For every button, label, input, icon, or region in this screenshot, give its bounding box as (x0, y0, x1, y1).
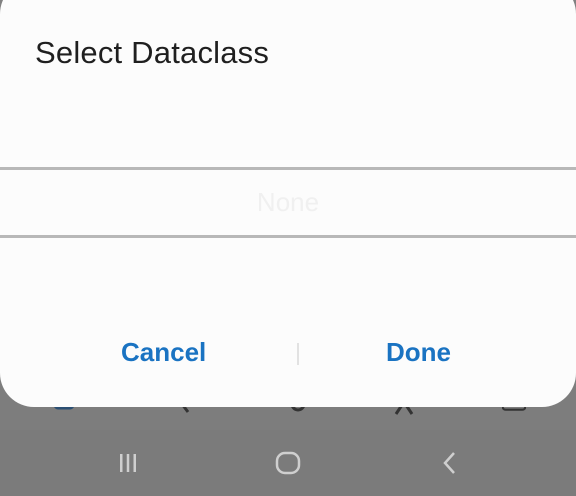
picker-top-divider (0, 167, 576, 170)
screen: Select Dataclass None Cancel Done (0, 0, 576, 496)
home-icon[interactable] (272, 447, 304, 479)
picker-bottom-divider (0, 235, 576, 238)
select-dataclass-dialog: Select Dataclass None Cancel Done (0, 0, 576, 407)
picker-selected-value[interactable]: None (0, 187, 576, 218)
cancel-button[interactable]: Cancel (121, 337, 206, 368)
back-icon[interactable] (434, 447, 466, 479)
recent-apps-icon[interactable] (112, 447, 144, 479)
dataclass-picker[interactable]: None (0, 167, 576, 238)
dialog-title: Select Dataclass (35, 35, 270, 70)
navigation-bar (0, 430, 576, 496)
button-divider (297, 343, 299, 365)
done-button[interactable]: Done (386, 337, 451, 368)
